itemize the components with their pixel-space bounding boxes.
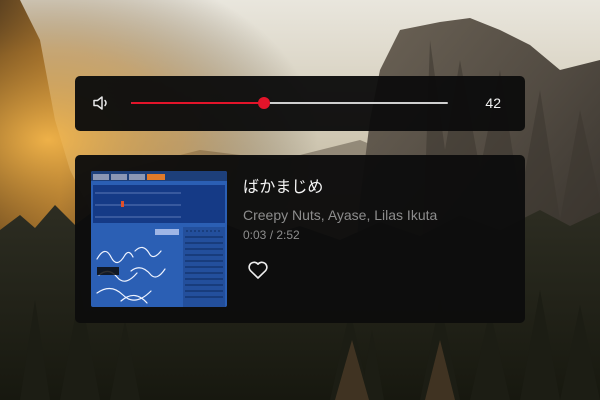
volume-value: 42 bbox=[485, 95, 501, 111]
track-artists: Creepy Nuts, Ayase, Lilas Ikuta bbox=[243, 207, 438, 223]
volume-slider[interactable] bbox=[131, 97, 448, 109]
volume-control: 42 bbox=[75, 76, 525, 131]
heart-outline-icon[interactable] bbox=[247, 260, 269, 280]
track-time: 0:03 / 2:52 bbox=[243, 228, 300, 242]
speaker-low-icon[interactable] bbox=[91, 93, 111, 113]
album-cover bbox=[91, 171, 227, 307]
volume-slider-thumb[interactable] bbox=[258, 97, 271, 109]
track-title: ばかまじめ bbox=[243, 179, 324, 196]
volume-slider-fill bbox=[131, 102, 265, 104]
now-playing-card: ばかまじめ Creepy Nuts, Ayase, Lilas Ikuta 0:… bbox=[75, 155, 525, 323]
